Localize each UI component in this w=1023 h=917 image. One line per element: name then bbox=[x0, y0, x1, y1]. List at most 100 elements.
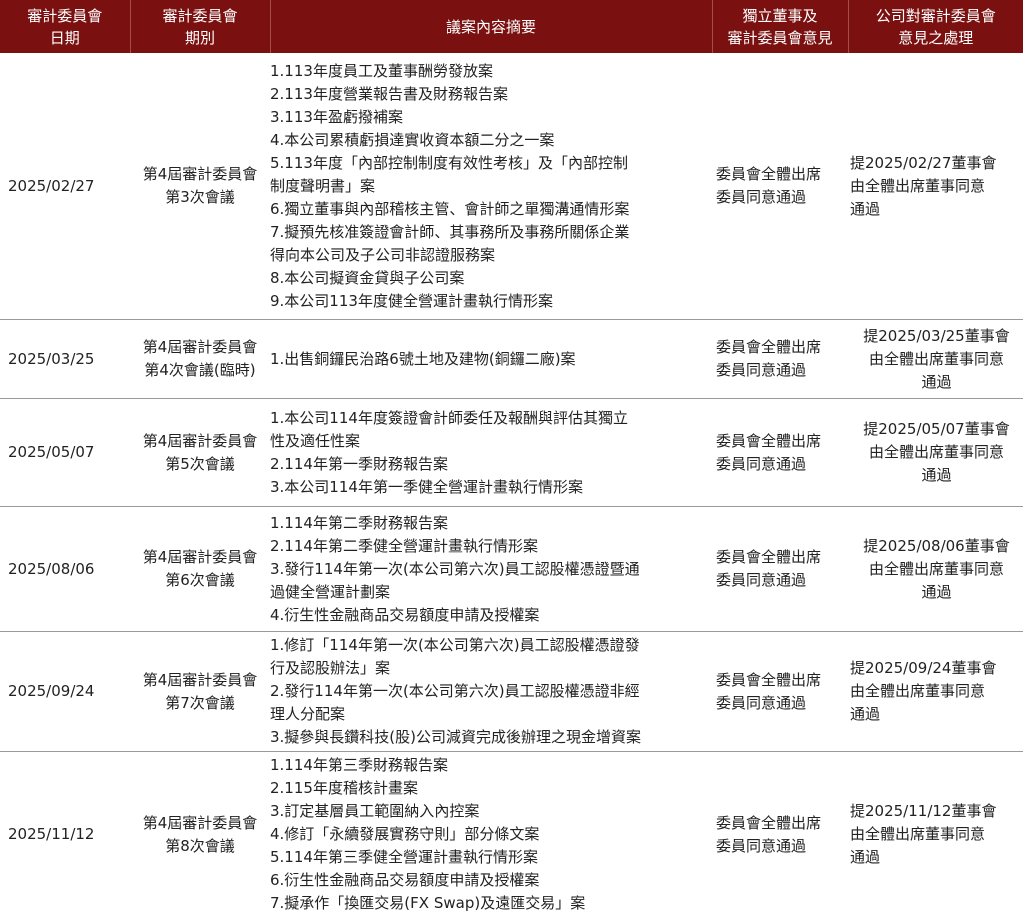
agenda-item: 2.114年第二季健全營運計畫執行情形案 bbox=[270, 535, 708, 558]
header-handling: 公司對審計委員會 意見之處理 bbox=[848, 0, 1023, 53]
agenda-item: 理人分配案 bbox=[270, 703, 708, 726]
agenda-summary: 1.114年第二季財務報告案2.114年第二季健全營運計畫執行情形案3.發行11… bbox=[270, 507, 712, 632]
agenda-item: 2.115年度稽核計畫案 bbox=[270, 777, 708, 800]
agenda-item: 過健全營運計劃案 bbox=[270, 581, 708, 604]
meeting-session: 第4屆審計委員會 第6次會議 bbox=[130, 507, 270, 632]
agenda-summary: 1.出售銅鑼民治路6號土地及建物(銅鑼二廠)案 bbox=[270, 320, 712, 399]
table-body: 2025/02/27 第4屆審計委員會 第3次會議 1.113年度員工及董事酬勞發放… bbox=[0, 53, 1023, 917]
agenda-item: 6.獨立董事與內部稽核主管、會計師之單獨溝通情形案 bbox=[270, 198, 708, 221]
meeting-date-text: 2025/02/27 bbox=[8, 177, 94, 195]
committee-opinion-text: 委員會全體出席 委員同意通過 bbox=[716, 165, 821, 206]
header-date-text: 審計委員會 日期 bbox=[27, 7, 102, 47]
table-row: 2025/03/25 第4屆審計委員會 第4次會議(臨時) 1.出售銅鑼民治路6號土… bbox=[0, 320, 1023, 399]
agenda-item: 4.本公司累積虧損達實收資本額二分之一案 bbox=[270, 129, 708, 152]
meeting-session: 第4屆審計委員會 第5次會議 bbox=[130, 399, 270, 507]
header-opinion-text: 獨立董事及 審計委員會意見 bbox=[727, 7, 832, 47]
header-content: 議案內容摘要 bbox=[270, 0, 712, 53]
meeting-session: 第4屆審計委員會 第3次會議 bbox=[130, 53, 270, 320]
agenda-item: 1.114年第三季財務報告案 bbox=[270, 754, 708, 777]
agenda-item: 6.衍生性金融商品交易額度申請及授權案 bbox=[270, 869, 708, 892]
meeting-date: 2025/08/06 bbox=[0, 507, 130, 632]
agenda-item: 3.本公司114年第一季健全營運計畫執行情形案 bbox=[270, 476, 708, 499]
agenda-item: 得向本公司及子公司非認證服務案 bbox=[270, 244, 708, 267]
committee-opinion-text: 委員會全體出席 委員同意通過 bbox=[716, 814, 821, 855]
agenda-item: 1.本公司114年度簽證會計師委任及報酬與評估其獨立 bbox=[270, 407, 708, 430]
meeting-date: 2025/03/25 bbox=[0, 320, 130, 399]
header-date: 審計委員會 日期 bbox=[0, 0, 130, 53]
table-row: 2025/09/24 第4屆審計委員會 第7次會議 1.修訂「114年第一次(本公司… bbox=[0, 632, 1023, 752]
meeting-date: 2025/02/27 bbox=[0, 53, 130, 320]
header-session-text: 審計委員會 期別 bbox=[162, 7, 237, 47]
opinion-handling-text: 提2025/05/07董事會 由全體出席董事同意 通過 bbox=[863, 420, 1009, 484]
agenda-item: 3.訂定基層員工範圍納入內控案 bbox=[270, 800, 708, 823]
meeting-session: 第4屆審計委員會 第7次會議 bbox=[130, 632, 270, 752]
agenda-item: 1.修訂「114年第一次(本公司第六次)員工認股權憑證發 bbox=[270, 634, 708, 657]
agenda-item: 7.擬承作「換匯交易(FX Swap)及遠匯交易」案 bbox=[270, 892, 708, 915]
agenda-item: 1.113年度員工及董事酬勞發放案 bbox=[270, 60, 708, 83]
header-opinion: 獨立董事及 審計委員會意見 bbox=[712, 0, 848, 53]
opinion-handling-text: 提2025/11/12董事會 由全體出席董事同意 通過 bbox=[850, 802, 996, 866]
opinion-handling: 提2025/02/27董事會 由全體出席董事同意 通過 bbox=[848, 53, 1023, 320]
agenda-item: 4.修訂「永續發展實務守則」部分條文案 bbox=[270, 823, 708, 846]
meeting-session-text: 第4屆審計委員會 第7次會議 bbox=[143, 671, 258, 712]
meeting-session-text: 第4屆審計委員會 第3次會議 bbox=[143, 165, 258, 206]
committee-opinion: 委員會全體出席 委員同意通過 bbox=[712, 399, 848, 507]
agenda-summary: 1.本公司114年度簽證會計師委任及報酬與評估其獨立性及適任性案2.114年第一… bbox=[270, 399, 712, 507]
opinion-handling: 提2025/05/07董事會 由全體出席董事同意 通過 bbox=[848, 399, 1023, 507]
table-row: 2025/08/06 第4屆審計委員會 第6次會議 1.114年第二季財務報告案2.… bbox=[0, 507, 1023, 632]
committee-opinion: 委員會全體出席 委員同意通過 bbox=[712, 507, 848, 632]
agenda-summary: 1.113年度員工及董事酬勞發放案2.113年度營業報告書及財務報告案3.113… bbox=[270, 53, 712, 320]
audit-committee-table: 審計委員會 日期 審計委員會 期別 議案內容摘要 獨立董事及 審計委員會意見 公… bbox=[0, 0, 1023, 917]
agenda-item: 3.113年盈虧撥補案 bbox=[270, 106, 708, 129]
agenda-item: 4.衍生性金融商品交易額度申請及授權案 bbox=[270, 604, 708, 627]
meeting-date: 2025/11/12 bbox=[0, 752, 130, 917]
agenda-item: 1.114年第二季財務報告案 bbox=[270, 512, 708, 535]
meeting-session: 第4屆審計委員會 第8次會議 bbox=[130, 752, 270, 917]
header-session: 審計委員會 期別 bbox=[130, 0, 270, 53]
header-content-text: 議案內容摘要 bbox=[446, 18, 536, 36]
committee-opinion: 委員會全體出席 委員同意通過 bbox=[712, 752, 848, 917]
meeting-date-text: 2025/03/25 bbox=[8, 350, 94, 368]
table-header-row: 審計委員會 日期 審計委員會 期別 議案內容摘要 獨立董事及 審計委員會意見 公… bbox=[0, 0, 1023, 53]
meeting-date-text: 2025/05/07 bbox=[8, 443, 94, 461]
agenda-item: 1.出售銅鑼民治路6號土地及建物(銅鑼二廠)案 bbox=[270, 348, 708, 371]
opinion-handling-text: 提2025/03/25董事會 由全體出席董事同意 通過 bbox=[863, 327, 1009, 391]
meeting-session: 第4屆審計委員會 第4次會議(臨時) bbox=[130, 320, 270, 399]
agenda-item: 2.發行114年第一次(本公司第六次)員工認股權憑證非經 bbox=[270, 680, 708, 703]
agenda-summary: 1.114年第三季財務報告案2.115年度稽核計畫案3.訂定基層員工範圍納入內控… bbox=[270, 752, 712, 917]
committee-opinion-text: 委員會全體出席 委員同意通過 bbox=[716, 671, 821, 712]
opinion-handling-text: 提2025/08/06董事會 由全體出席董事同意 通過 bbox=[863, 537, 1009, 601]
meeting-session-text: 第4屆審計委員會 第4次會議(臨時) bbox=[143, 338, 258, 379]
opinion-handling: 提2025/11/12董事會 由全體出席董事同意 通過 bbox=[848, 752, 1023, 917]
committee-opinion: 委員會全體出席 委員同意通過 bbox=[712, 632, 848, 752]
opinion-handling-text: 提2025/09/24董事會 由全體出席董事同意 通過 bbox=[850, 659, 996, 723]
opinion-handling: 提2025/03/25董事會 由全體出席董事同意 通過 bbox=[848, 320, 1023, 399]
agenda-item: 2.114年第一季財務報告案 bbox=[270, 453, 708, 476]
table-row: 2025/11/12 第4屆審計委員會 第8次會議 1.114年第三季財務報告案2.… bbox=[0, 752, 1023, 917]
agenda-item: 3.發行114年第一次(本公司第六次)員工認股權憑證暨通 bbox=[270, 558, 708, 581]
agenda-item: 9.本公司113年度健全營運計畫執行情形案 bbox=[270, 290, 708, 313]
agenda-item: 8.本公司擬資金貸與子公司案 bbox=[270, 267, 708, 290]
meeting-date: 2025/05/07 bbox=[0, 399, 130, 507]
agenda-item: 2.113年度營業報告書及財務報告案 bbox=[270, 83, 708, 106]
committee-opinion: 委員會全體出席 委員同意通過 bbox=[712, 320, 848, 399]
meeting-date-text: 2025/09/24 bbox=[8, 682, 94, 700]
meeting-session-text: 第4屆審計委員會 第6次會議 bbox=[143, 548, 258, 589]
committee-opinion-text: 委員會全體出席 委員同意通過 bbox=[716, 548, 821, 589]
agenda-item: 3.擬參與長鑽科技(股)公司減資完成後辦理之現金增資案 bbox=[270, 726, 708, 749]
table-row: 2025/02/27 第4屆審計委員會 第3次會議 1.113年度員工及董事酬勞發放… bbox=[0, 53, 1023, 320]
meeting-session-text: 第4屆審計委員會 第8次會議 bbox=[143, 814, 258, 855]
opinion-handling-text: 提2025/02/27董事會 由全體出席董事同意 通過 bbox=[850, 154, 996, 218]
agenda-item: 5.114年第三季健全營運計畫執行情形案 bbox=[270, 846, 708, 869]
meeting-date: 2025/09/24 bbox=[0, 632, 130, 752]
agenda-item: 性及適任性案 bbox=[270, 430, 708, 453]
agenda-item: 7.擬預先核准簽證會計師、其事務所及事務所關係企業 bbox=[270, 221, 708, 244]
opinion-handling: 提2025/09/24董事會 由全體出席董事同意 通過 bbox=[848, 632, 1023, 752]
header-handling-text: 公司對審計委員會 意見之處理 bbox=[876, 7, 996, 47]
committee-opinion-text: 委員會全體出席 委員同意通過 bbox=[716, 338, 821, 379]
opinion-handling: 提2025/08/06董事會 由全體出席董事同意 通過 bbox=[848, 507, 1023, 632]
committee-opinion: 委員會全體出席 委員同意通過 bbox=[712, 53, 848, 320]
meeting-date-text: 2025/08/06 bbox=[8, 560, 94, 578]
meeting-session-text: 第4屆審計委員會 第5次會議 bbox=[143, 432, 258, 473]
agenda-item: 行及認股辦法」案 bbox=[270, 657, 708, 680]
